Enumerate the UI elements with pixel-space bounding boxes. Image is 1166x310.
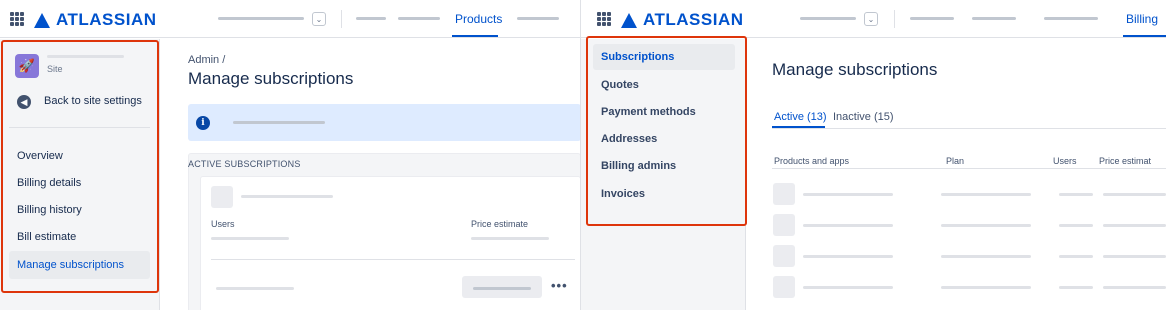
tabs-divider <box>772 128 1166 129</box>
left-screenshot: ATLASSIAN ⌄ Products 🚀 Site ◀ Back to si… <box>0 0 581 310</box>
app-switcher-icon[interactable] <box>10 12 24 26</box>
row-plan-placeholder <box>941 193 1031 196</box>
nav-placeholder <box>218 17 304 20</box>
row-name-placeholder <box>803 193 893 196</box>
row-logo-placeholder <box>773 214 795 236</box>
row-logo-placeholder <box>773 276 795 298</box>
nav-divider <box>341 10 342 28</box>
app-switcher-icon[interactable] <box>597 12 611 26</box>
info-banner: i <box>188 104 580 141</box>
product-logo-placeholder <box>211 186 233 208</box>
row-price-placeholder <box>1103 224 1166 227</box>
active-tab-indicator <box>452 35 498 37</box>
users-label: Users <box>211 219 235 229</box>
tab-active-subscriptions[interactable]: Active (13) <box>774 111 827 123</box>
brand-name: ATLASSIAN <box>56 10 157 29</box>
row-plan-placeholder <box>941 286 1031 289</box>
price-estimate-label: Price estimate <box>471 219 529 229</box>
row-name-placeholder <box>803 286 893 289</box>
nav-billing[interactable]: Billing <box>1126 12 1158 26</box>
brand-name: ATLASSIAN <box>643 10 744 29</box>
nav-placeholder[interactable] <box>398 17 440 20</box>
nav-placeholder[interactable] <box>972 17 1016 20</box>
row-users-placeholder <box>1059 255 1093 258</box>
row-plan-placeholder <box>941 255 1031 258</box>
price-value-placeholder <box>471 237 549 240</box>
row-users-placeholder <box>1059 224 1093 227</box>
row-price-placeholder <box>1103 286 1166 289</box>
top-navigation: ATLASSIAN ⌄ Products <box>0 0 580 38</box>
nav-placeholder[interactable] <box>910 17 954 20</box>
users-value-placeholder <box>211 237 289 240</box>
active-tab-indicator <box>1123 35 1166 37</box>
highlight-box <box>1 40 159 293</box>
right-screenshot: ATLASSIAN ⌄ Billing Subscriptions Quotes… <box>581 0 1166 310</box>
info-icon: i <box>196 116 210 130</box>
nav-products[interactable]: Products <box>455 12 502 26</box>
highlight-box <box>586 36 747 226</box>
row-price-placeholder <box>1103 255 1166 258</box>
page-title: Manage subscriptions <box>772 60 938 79</box>
row-price-placeholder <box>1103 193 1166 196</box>
chevron-down-icon[interactable]: ⌄ <box>312 12 326 26</box>
section-title: ACTIVE SUBSCRIPTIONS <box>188 159 301 169</box>
page-title: Manage subscriptions <box>188 69 354 88</box>
column-header-price[interactable]: Price estimat <box>1099 156 1151 166</box>
row-users-placeholder <box>1059 193 1093 196</box>
banner-text-placeholder <box>233 121 325 124</box>
more-options-icon[interactable]: ••• <box>551 278 568 293</box>
atlassian-logo-icon <box>621 12 637 28</box>
row-logo-placeholder <box>773 183 795 205</box>
action-button[interactable] <box>462 276 542 298</box>
nav-placeholder <box>800 17 856 20</box>
card-divider <box>211 259 575 260</box>
header-divider <box>772 168 1166 169</box>
column-header-products[interactable]: Products and apps <box>774 156 849 166</box>
top-navigation: ATLASSIAN ⌄ Billing <box>581 0 1166 38</box>
nav-placeholder[interactable] <box>517 17 559 20</box>
row-name-placeholder <box>803 224 893 227</box>
row-name-placeholder <box>803 255 893 258</box>
nav-placeholder[interactable] <box>1044 17 1098 20</box>
row-users-placeholder <box>1059 286 1093 289</box>
column-header-users[interactable]: Users <box>1053 156 1077 166</box>
atlassian-logo[interactable]: ATLASSIAN <box>34 10 157 30</box>
button-label-placeholder <box>473 287 531 290</box>
product-name-placeholder <box>241 195 333 198</box>
breadcrumb[interactable]: Admin / <box>188 54 225 66</box>
tab-inactive-subscriptions[interactable]: Inactive (15) <box>833 111 894 123</box>
chevron-down-icon[interactable]: ⌄ <box>864 12 878 26</box>
row-logo-placeholder <box>773 245 795 267</box>
row-plan-placeholder <box>941 224 1031 227</box>
row-placeholder <box>216 287 294 290</box>
column-header-plan[interactable]: Plan <box>946 156 964 166</box>
atlassian-logo-icon <box>34 12 50 28</box>
atlassian-logo[interactable]: ATLASSIAN <box>621 10 744 30</box>
nav-placeholder[interactable] <box>356 17 386 20</box>
nav-divider <box>894 10 895 28</box>
